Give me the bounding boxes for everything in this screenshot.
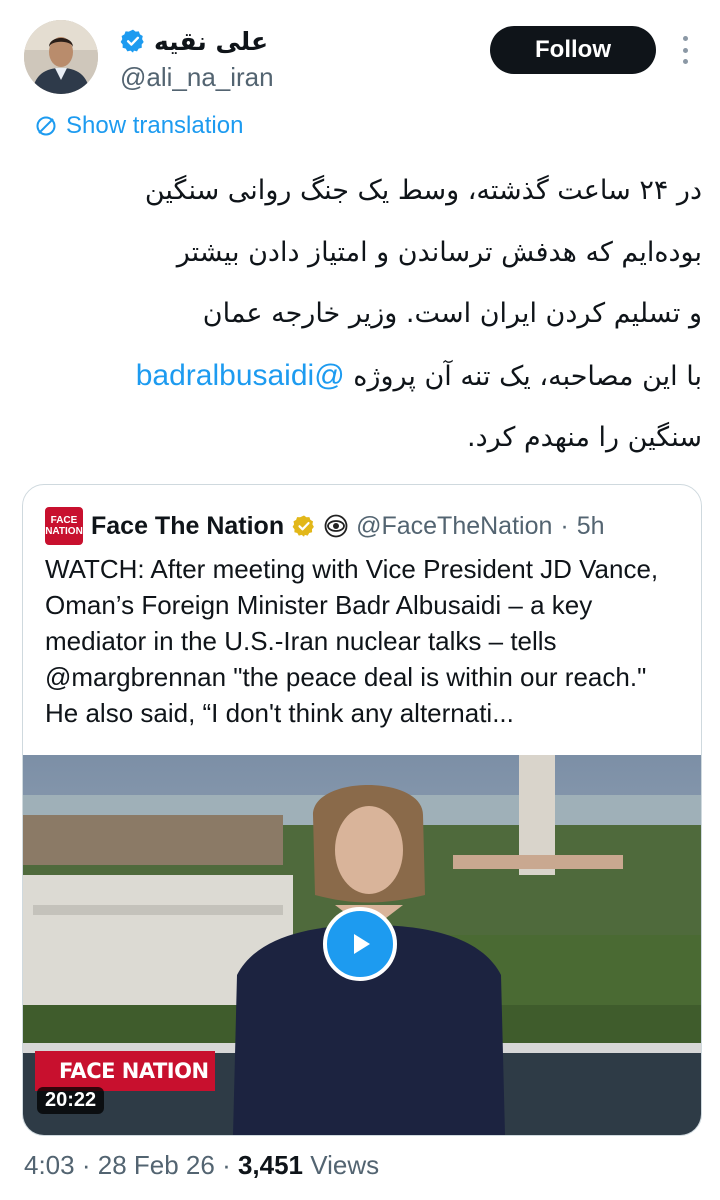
author-names: علی نقیه @ali_na_iran [120,24,274,93]
tweet-text: در ۲۴ ساعت گذشته، وسط یک جنگ روانی سنگین… [24,160,702,469]
tweet-meta: 4:03 · 28 Feb 26 · 3,451 Views [24,1150,379,1181]
mention-link[interactable]: @badralbusaidi [136,359,345,392]
dot-separator: · [81,1150,98,1180]
quoted-author-handle[interactable]: @FaceTheNation [356,512,552,541]
dot-separator: · [222,1150,238,1180]
quoted-tweet-header: FACE NATION Face The Nation @FaceTheNati… [45,507,605,545]
post-date[interactable]: 28 Feb 26 [98,1150,215,1180]
more-options-icon[interactable] [678,36,692,64]
dot-separator: · [560,511,569,540]
tweet-line-with-mention: با این مصاحبه، یک تنه آن پروژه @badralbu… [24,345,702,408]
views-count: 3,451 [237,1150,304,1180]
play-button[interactable] [323,907,397,981]
face-the-nation-logo: FACE NATION [45,507,83,545]
tweet-line: و تسلیم کردن ایران است. وزیر خارجه عمان [202,298,702,329]
video-duration: 20:22 [37,1087,105,1114]
video-thumbnail[interactable]: FACE NATION 20:22 [23,755,701,1135]
tweet-line: سنگین را منهدم کرد. [467,422,702,453]
tweet-line: با این مصاحبه، یک تنه آن پروژه [353,360,702,392]
translate-icon [36,116,56,136]
play-icon [354,934,370,954]
author-display-name[interactable]: علی نقیه [154,27,268,56]
tweet-line: در ۲۴ ساعت گذشته، وسط یک جنگ روانی سنگین [144,175,702,206]
post-time[interactable]: 4:03 [24,1150,75,1180]
author-handle[interactable]: @ali_na_iran [120,62,274,93]
quoted-author-name[interactable]: Face The Nation [91,512,284,541]
avatar[interactable] [24,20,98,94]
verified-badge-icon [120,29,144,53]
gold-verified-badge-icon [292,515,314,537]
quoted-tweet-card[interactable]: FACE NATION Face The Nation @FaceTheNati… [22,484,702,1136]
quoted-time[interactable]: 5h [577,512,605,541]
tweet-line: بوده‌ایم که هدفش ترساندن و امتیاز دادن ب… [176,236,702,268]
face-the-nation-lower-third: FACE NATION [35,1051,215,1091]
quoted-tweet-text: WATCH: After meeting with Vice President… [45,554,659,728]
views-label: Views [310,1150,380,1180]
tweet-header: علی نقیه @ali_na_iran Follow [24,18,696,100]
follow-button[interactable]: Follow [490,26,656,74]
cbs-eye-icon [324,514,348,538]
show-translation-label: Show translation [66,112,244,139]
show-translation-link[interactable]: Show translation [34,112,243,140]
